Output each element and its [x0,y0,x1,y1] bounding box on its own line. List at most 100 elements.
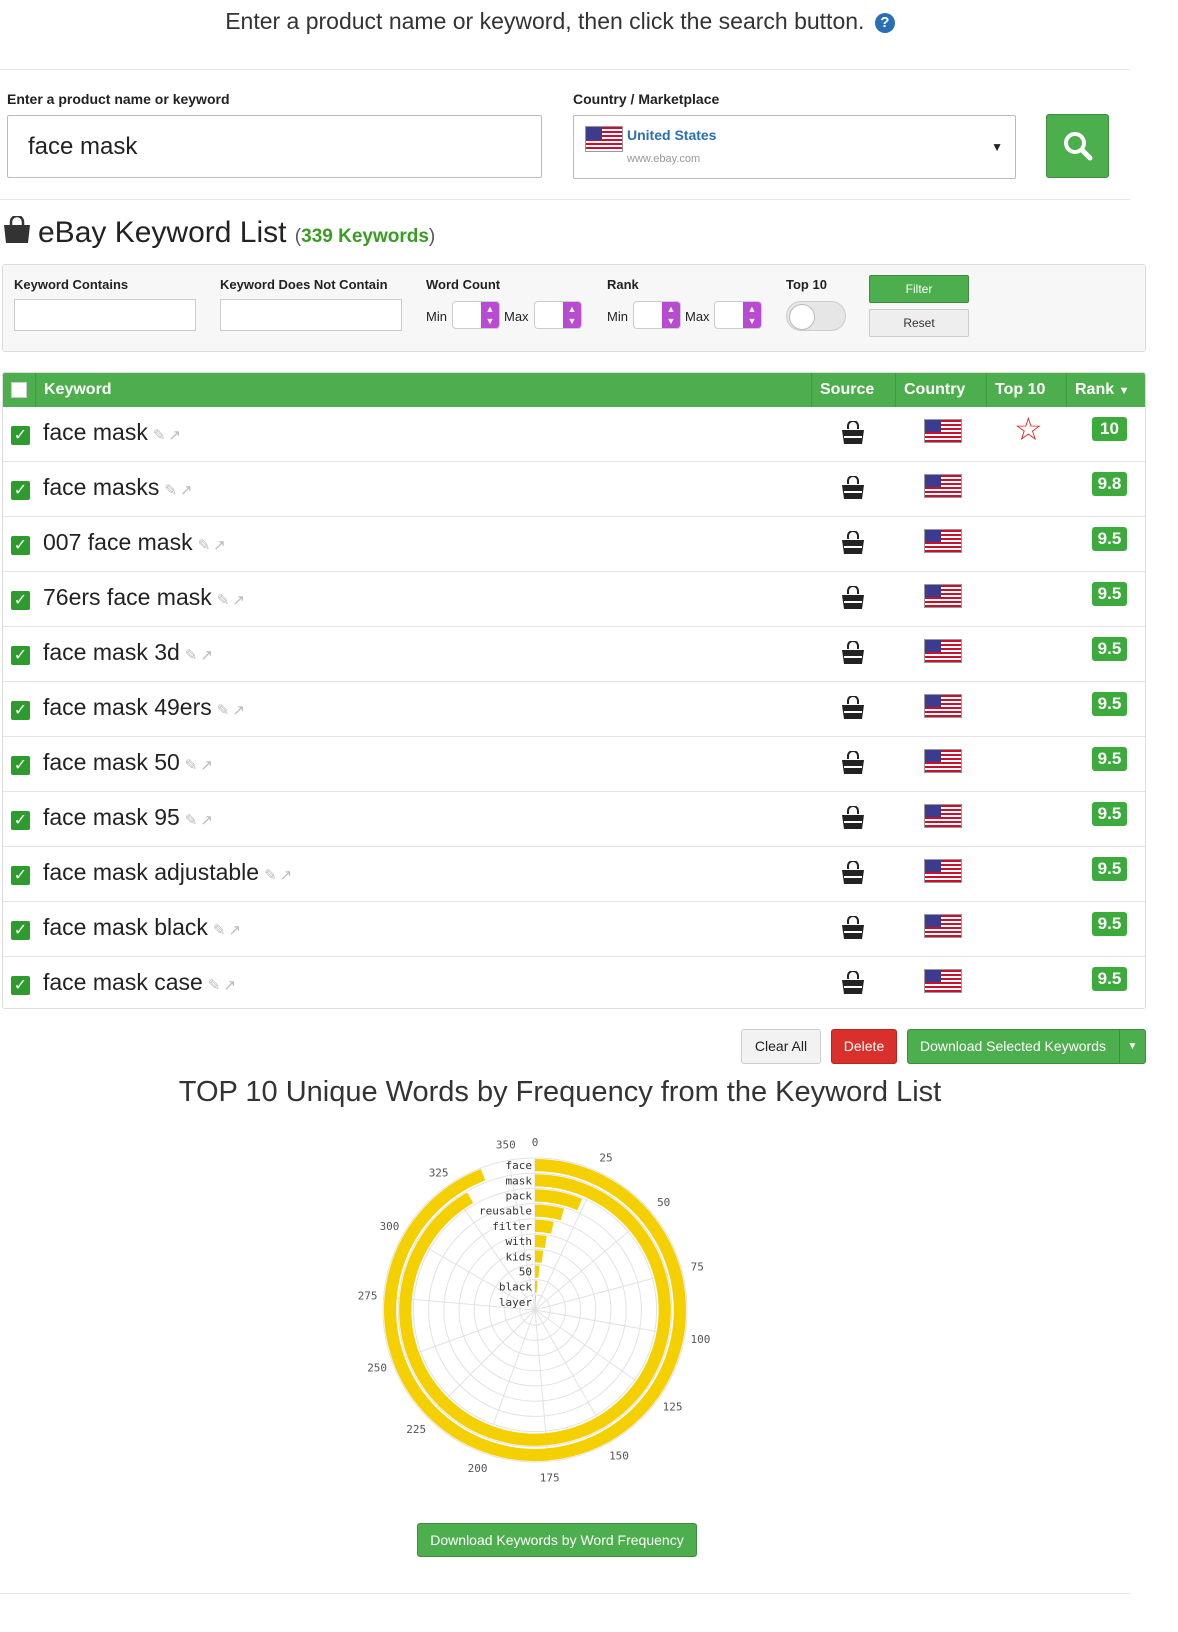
row-checkbox[interactable]: ✓ [11,701,30,720]
filter-button[interactable]: Filter [869,275,969,303]
row-checkbox[interactable]: ✓ [11,591,30,610]
divider [0,1593,1130,1594]
word-count-min-stepper[interactable]: ▲ ▼ [452,301,500,329]
keyword-text[interactable]: face mask case [43,969,203,995]
external-link-icon[interactable]: ↗ [200,757,213,774]
edit-icon[interactable]: ✎ [185,757,198,774]
column-header-country[interactable]: Country [895,373,986,407]
bar-kids[interactable] [534,1250,544,1263]
edit-icon[interactable]: ✎ [185,647,198,664]
ebay-source-bag-icon [841,970,865,1000]
delete-button[interactable]: Delete [831,1029,897,1064]
divider [0,69,1130,70]
country-select[interactable]: United States www.ebay.com ▼ [573,115,1016,179]
search-button[interactable] [1046,114,1109,178]
column-header-source[interactable]: Source [811,373,895,407]
row-checkbox[interactable]: ✓ [11,426,30,445]
category-label: layer [499,1296,532,1309]
tick-label: 250 [367,1361,387,1374]
rank-badge: 9.5 [1092,967,1127,991]
edit-icon[interactable]: ✎ [198,537,211,554]
help-icon[interactable]: ? [874,13,895,33]
row-checkbox[interactable]: ✓ [11,536,30,555]
bar-reusable[interactable] [534,1204,565,1221]
top10-star-icon: ☆ [1014,411,1043,447]
rank-badge: 9.5 [1092,582,1127,606]
stepper-arrows-icon[interactable]: ▲ ▼ [481,302,499,328]
edit-icon[interactable]: ✎ [164,482,177,499]
reset-button[interactable]: Reset [869,309,969,337]
word-count-max-stepper[interactable]: ▲ ▼ [534,301,582,329]
clear-all-button[interactable]: Clear All [741,1029,821,1064]
keyword-text[interactable]: face masks [43,474,159,500]
keyword-text[interactable]: face mask adjustable [43,859,259,885]
bar-filter[interactable] [534,1219,554,1234]
keyword-list-title: eBay Keyword List (339 Keywords) [2,214,435,252]
keyword-text[interactable]: face mask black [43,914,208,940]
download-selected-button[interactable]: Download Selected Keywords ▼ [907,1029,1146,1064]
ebay-source-bag-icon [841,475,865,505]
external-link-icon[interactable]: ↗ [232,702,245,719]
keyword-cell: face mask 95 ✎ ↗ [43,804,213,831]
category-label: pack [506,1190,533,1203]
edit-icon[interactable]: ✎ [153,427,166,444]
keyword-not-contains-input[interactable] [220,299,402,331]
edit-icon[interactable]: ✎ [217,592,230,609]
row-checkbox[interactable]: ✓ [11,811,30,830]
us-flag-icon [924,474,962,498]
bar-with[interactable] [534,1235,547,1248]
external-link-icon[interactable]: ↗ [168,427,181,444]
stepper-arrows-icon[interactable]: ▲ ▼ [662,302,680,328]
keyword-text[interactable]: face mask 3d [43,639,180,665]
row-checkbox[interactable]: ✓ [11,921,30,940]
edit-icon[interactable]: ✎ [185,812,198,829]
edit-icon[interactable]: ✎ [213,922,226,939]
external-link-icon[interactable]: ↗ [280,867,293,884]
row-checkbox[interactable]: ✓ [11,866,30,885]
rank-badge: 9.5 [1092,692,1127,716]
row-checkbox[interactable]: ✓ [11,756,30,775]
table-header: Keyword Source Country Top 10 Rank ▼ [3,373,1145,407]
external-link-icon[interactable]: ↗ [232,592,245,609]
keyword-text[interactable]: face mask [43,419,148,445]
download-selected-label: Download Selected Keywords [920,1038,1106,1054]
bar-pack[interactable] [534,1189,583,1211]
external-link-icon[interactable]: ↗ [213,537,226,554]
row-checkbox[interactable]: ✓ [11,481,30,500]
keyword-text[interactable]: face mask 50 [43,749,180,775]
column-header-rank[interactable]: Rank ▼ [1066,373,1145,407]
top10-toggle[interactable] [786,301,846,331]
tick-label: 75 [691,1261,704,1274]
external-link-icon[interactable]: ↗ [200,647,213,664]
row-checkbox[interactable]: ✓ [11,646,30,665]
keyword-text[interactable]: face mask 49ers [43,694,212,720]
column-header-keyword[interactable]: Keyword [35,373,811,407]
ebay-source-bag-icon [841,530,865,560]
keyword-text[interactable]: 007 face mask [43,529,193,555]
external-link-icon[interactable]: ↗ [200,812,213,829]
edit-icon[interactable]: ✎ [208,977,221,994]
external-link-icon[interactable]: ↗ [223,977,236,994]
row-checkbox[interactable]: ✓ [11,976,30,995]
rank-max-stepper[interactable]: ▲ ▼ [714,301,762,329]
stepper-arrows-icon[interactable]: ▲ ▼ [743,302,761,328]
keyword-cell: face masks ✎ ↗ [43,474,192,501]
keyword-cell: 007 face mask ✎ ↗ [43,529,226,556]
stepper-arrows-icon[interactable]: ▲ ▼ [563,302,581,328]
download-word-frequency-button[interactable]: Download Keywords by Word Frequency [417,1523,697,1557]
rank-min-stepper[interactable]: ▲ ▼ [633,301,681,329]
external-link-icon[interactable]: ↗ [228,922,241,939]
column-header-top10[interactable]: Top 10 [986,373,1066,407]
select-all-checkbox[interactable] [11,382,27,398]
keyword-text[interactable]: 76ers face mask [43,584,212,610]
keyword-input[interactable]: face mask [7,115,542,178]
keyword-contains-input[interactable] [14,299,196,331]
tick-label: 200 [468,1462,488,1475]
word-frequency-chart: 0 25 50 75 100 125 150 175 200 225 250 275 300 325 350… [358,1136,711,1484]
edit-icon[interactable]: ✎ [264,867,277,884]
keyword-text[interactable]: face mask 95 [43,804,180,830]
edit-icon[interactable]: ✎ [217,702,230,719]
external-link-icon[interactable]: ↗ [180,482,193,499]
tick-label: 275 [358,1289,378,1302]
dropdown-caret-icon[interactable]: ▼ [1119,1030,1145,1063]
